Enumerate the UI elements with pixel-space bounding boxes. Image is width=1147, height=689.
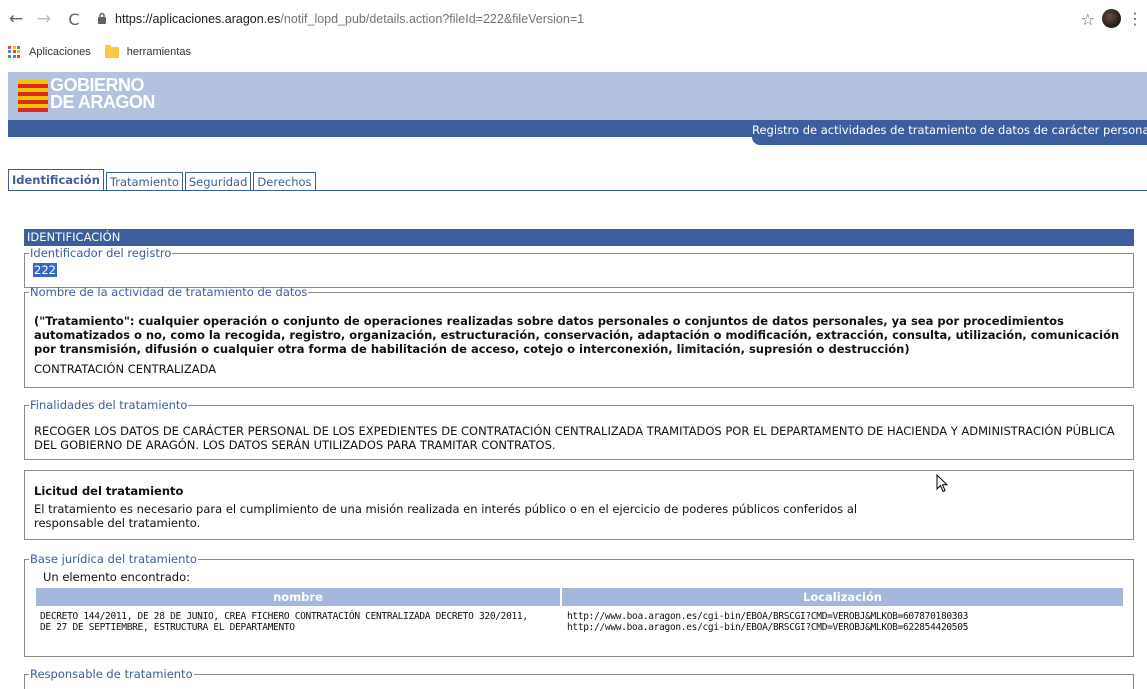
apps-grid-icon[interactable] (8, 45, 21, 59)
finalidades-legend: Finalidades del tratamiento (30, 398, 188, 412)
bookmark-star-icon[interactable]: ☆ (1081, 10, 1095, 29)
aragon-flag-logo (18, 80, 48, 112)
tab-tratamiento[interactable]: Tratamiento (105, 172, 183, 191)
responsable-fieldset: Responsable de tratamiento (24, 667, 1134, 689)
licitud-value-line-2: responsable del tratamiento. (34, 516, 201, 530)
column-header-localizacion[interactable]: Localización (560, 588, 1123, 606)
licitud-value-line-1: El tratamiento es necesario para el cump… (34, 502, 858, 516)
site-logo[interactable]: GOBIERNO DE ARAGON (50, 76, 155, 112)
tratamiento-definition: ("Tratamiento": cualquier operación o co… (34, 314, 1120, 356)
tab-underline (8, 190, 1147, 191)
url-path: /notif_lopd_pub/details.action?fileId=22… (280, 12, 585, 26)
nombre-line-1: DECRETO 144/2011, DE 28 DE JUNIO, CREA F… (40, 611, 528, 622)
nombre-actividad-value: CONTRATACIÓN CENTRALIZADA (34, 362, 217, 376)
forward-arrow-icon[interactable]: → (33, 9, 55, 29)
bookmarks-bar: Aplicaciones herramientas (0, 38, 1147, 66)
mouse-cursor-icon (936, 474, 948, 493)
responsable-legend: Responsable de tratamiento (30, 667, 193, 681)
bookmark-herramientas[interactable]: herramientas (127, 46, 191, 58)
base-juridica-fieldset: Base jurídica del tratamiento Un element… (24, 552, 1134, 657)
navigation-strip: Registro de actividades de tratamiento d… (8, 120, 1147, 145)
site-banner: GOBIERNO DE ARAGON (8, 72, 1147, 120)
lock-icon[interactable] (97, 12, 111, 27)
tab-derechos[interactable]: Derechos (253, 172, 316, 191)
bookmark-aplicaciones[interactable]: Aplicaciones (29, 46, 91, 58)
nombre-actividad-fieldset: Nombre de la actividad de tratamiento de… (24, 285, 1134, 388)
tab-bar: Identificación Tratamiento Seguridad Der… (8, 169, 318, 191)
reload-icon[interactable]: C (63, 10, 85, 29)
more-options-icon[interactable]: ⋮ (1127, 9, 1143, 28)
section-title: IDENTIFICACIÓN (24, 229, 1134, 246)
table-row: DECRETO 144/2011, DE 28 DE JUNIO, CREA F… (36, 606, 1123, 633)
nombre-legend: Nombre de la actividad de tratamiento de… (30, 285, 308, 299)
identificador-legend: Identificador del registro (30, 246, 172, 260)
url-host: https://aplicaciones.aragon.es (115, 12, 281, 26)
logo-line-2: DE ARAGON (50, 92, 155, 112)
finalidades-value: RECOGER LOS DATOS DE CARÁCTER PERSONAL D… (34, 424, 1115, 452)
site-subtitle: Registro de actividades de tratamiento d… (752, 120, 1147, 145)
result-count: Un elemento encontrado: (43, 570, 190, 584)
identificador-fieldset: Identificador del registro 222 (24, 246, 1134, 288)
boa-link-1[interactable]: http://www.boa.aragon.es/cgi-bin/EBOA/BR… (567, 611, 1119, 622)
registro-id-value: 222 (33, 263, 57, 277)
finalidades-fieldset: Finalidades del tratamiento RECOGER LOS … (24, 398, 1134, 460)
licitud-title: Licitud del tratamiento (34, 484, 184, 498)
base-juridica-legend: Base jurídica del tratamiento (30, 552, 197, 566)
browser-toolbar: ← → C https://aplicaciones.aragon.es/not… (0, 0, 1147, 38)
base-juridica-table: nombre Localización DECRETO 144/2011, DE… (36, 588, 1123, 633)
row-nombre-cell: DECRETO 144/2011, DE 28 DE JUNIO, CREA F… (36, 606, 561, 633)
tab-identificacion[interactable]: Identificación (8, 169, 104, 191)
row-localizacion-cell: http://www.boa.aragon.es/cgi-bin/EBOA/BR… (561, 606, 1123, 633)
table-header-row: nombre Localización (36, 588, 1123, 606)
profile-avatar[interactable] (1102, 9, 1121, 28)
licitud-box: Licitud del tratamiento El tratamiento e… (24, 470, 1134, 540)
boa-link-2[interactable]: http://www.boa.aragon.es/cgi-bin/EBOA/BR… (567, 622, 1119, 633)
address-bar-url[interactable]: https://aplicaciones.aragon.es/notif_lop… (115, 12, 584, 26)
tab-seguridad[interactable]: Seguridad (184, 172, 252, 191)
nombre-line-2: DE 27 DE SEPTIEMBRE, ESTRUCTURA EL DEPAR… (40, 622, 295, 633)
folder-icon (104, 44, 119, 58)
back-arrow-icon[interactable]: ← (5, 9, 27, 29)
column-header-nombre[interactable]: nombre (36, 588, 561, 606)
